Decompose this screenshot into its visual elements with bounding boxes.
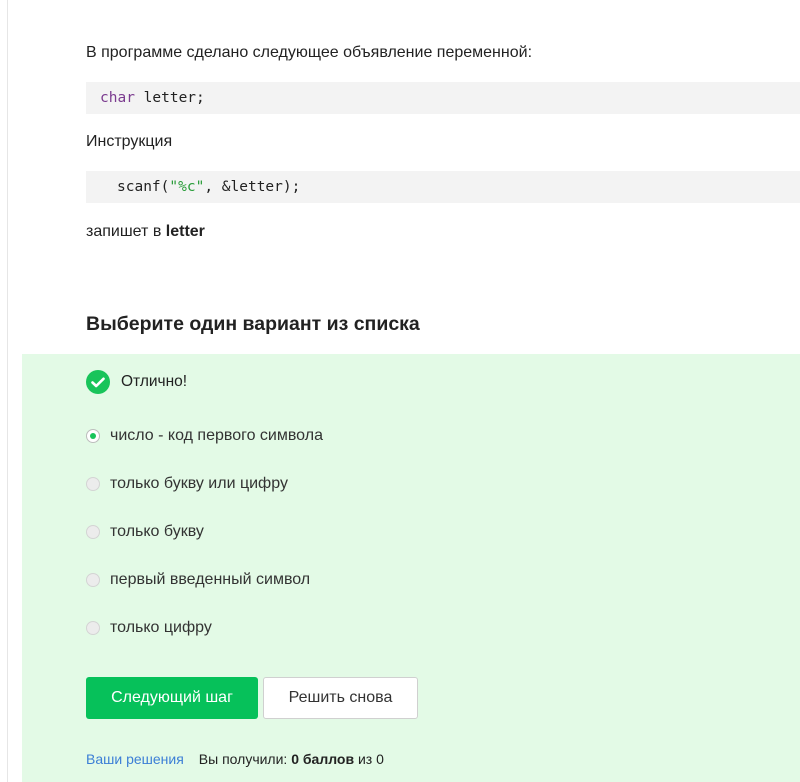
option-label: первый введенный символ bbox=[110, 571, 311, 588]
option-label: только цифру bbox=[110, 619, 212, 636]
quiz-title: Выберите один вариант из списка bbox=[86, 313, 420, 335]
option-2[interactable]: только букву или цифру bbox=[86, 474, 323, 522]
radio-button[interactable] bbox=[86, 525, 100, 539]
next-step-button[interactable]: Следующий шаг bbox=[86, 677, 258, 719]
radio-button[interactable] bbox=[86, 429, 100, 443]
code-args: , &letter); bbox=[204, 179, 301, 195]
code-keyword: char bbox=[100, 90, 135, 106]
score-value: 0 баллов bbox=[291, 751, 355, 767]
option-label: только букву или цифру bbox=[110, 475, 288, 492]
question-tail-text: запишет в bbox=[86, 223, 166, 240]
result-status: Отлично! bbox=[86, 370, 187, 394]
code-text: letter; bbox=[134, 90, 205, 106]
question-intro: В программе сделано следующее объявление… bbox=[86, 44, 533, 61]
option-5[interactable]: только цифру bbox=[86, 618, 323, 666]
option-1[interactable]: число - код первого символа bbox=[86, 426, 323, 474]
score-text: Вы получили: 0 баллов из 0 bbox=[199, 751, 384, 767]
check-circle-icon bbox=[86, 370, 110, 394]
variable-name: letter bbox=[165, 223, 205, 240]
page-left-border bbox=[7, 0, 8, 782]
question-tail: запишет в letter bbox=[86, 223, 205, 241]
option-label: число - код первого символа bbox=[110, 427, 323, 444]
radio-button[interactable] bbox=[86, 573, 100, 587]
code-string: "%c" bbox=[169, 179, 205, 195]
option-4[interactable]: первый введенный символ bbox=[86, 570, 323, 618]
radio-button[interactable] bbox=[86, 621, 100, 635]
code-block-scanf: scanf("%c", &letter); bbox=[86, 171, 800, 203]
code-call: scanf( bbox=[117, 179, 170, 195]
your-solutions-link[interactable]: Ваши решения bbox=[86, 751, 184, 767]
result-footer: Ваши решения Вы получили: 0 баллов из 0 bbox=[86, 751, 384, 767]
instruction-label: Инструкция bbox=[86, 133, 173, 150]
retry-button[interactable]: Решить снова bbox=[263, 677, 418, 719]
option-3[interactable]: только букву bbox=[86, 522, 323, 570]
option-label: только букву bbox=[110, 523, 204, 540]
score-suffix: из 0 bbox=[354, 751, 384, 767]
score-prefix: Вы получили: bbox=[198, 751, 292, 767]
radio-button[interactable] bbox=[86, 477, 100, 491]
options-list: число - код первого символа только букву… bbox=[86, 426, 323, 666]
answer-panel: Отлично! число - код первого символа тол… bbox=[22, 354, 800, 782]
radio-selected-dot bbox=[90, 433, 96, 439]
code-block-declaration: char letter; bbox=[86, 82, 800, 114]
status-text: Отлично! bbox=[121, 373, 188, 390]
